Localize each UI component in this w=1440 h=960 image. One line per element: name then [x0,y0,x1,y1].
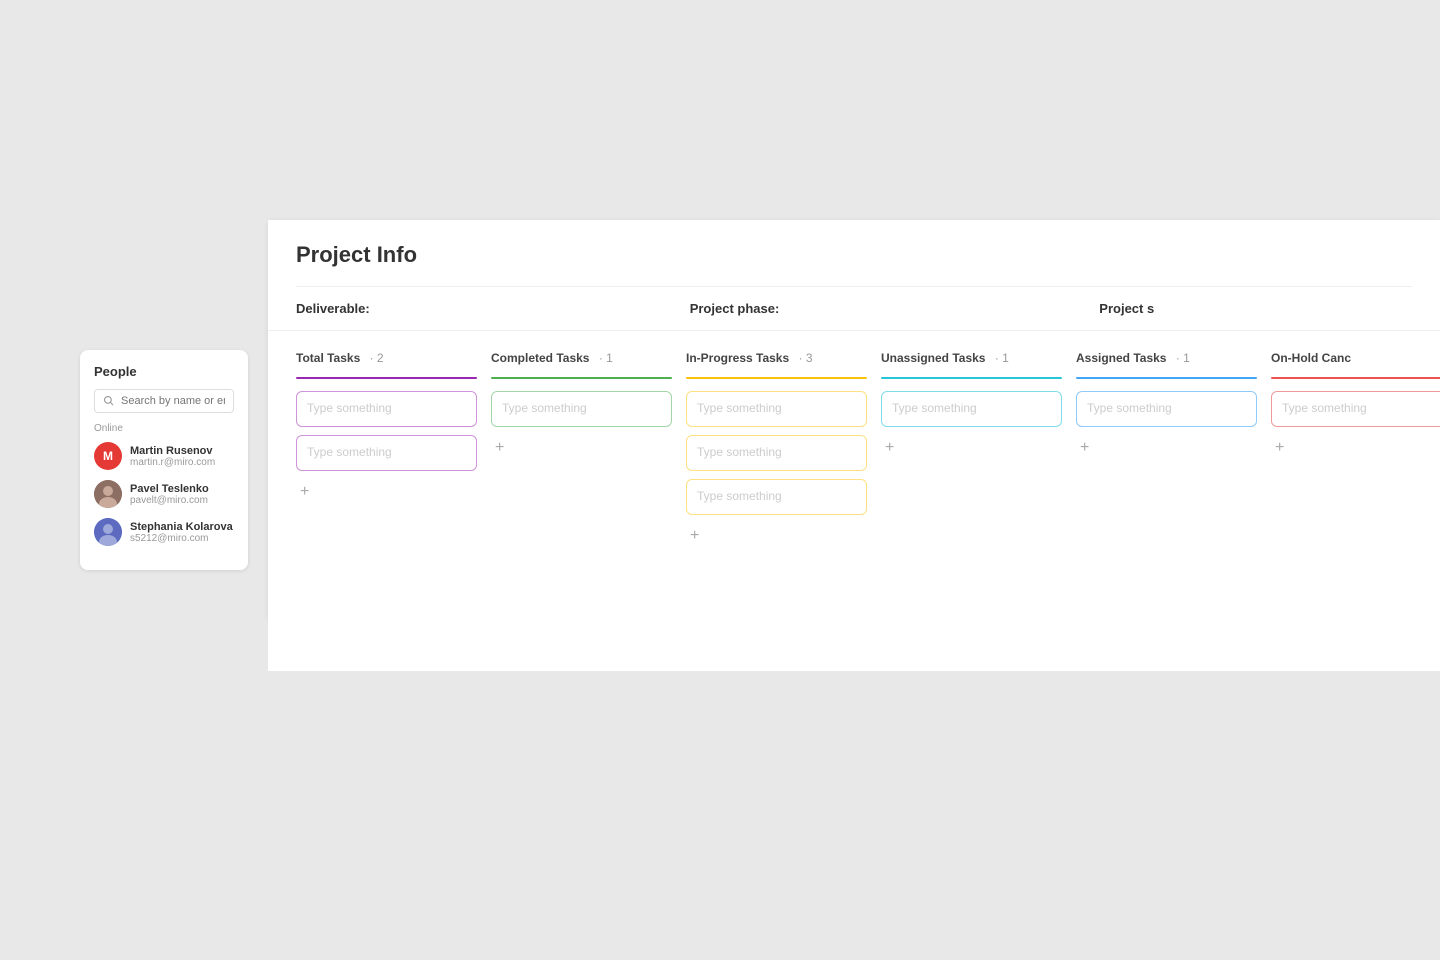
column-divider [686,377,867,379]
task-card[interactable]: Type something [686,391,867,427]
add-task-button[interactable]: + [686,523,703,549]
avatar-photo [94,518,122,546]
column-completed: Completed Tasks · 1 Type something + [491,351,686,651]
search-email-input[interactable] [121,395,225,407]
person-email: s5212@miro.com [130,533,233,544]
task-card[interactable]: Type something [1076,391,1257,427]
person-email: pavelt@miro.com [130,495,209,506]
kanban-board: Total Tasks · 2 Type something Type some… [268,331,1440,671]
person-item: Stephania Kolarova s5212@miro.com [94,518,234,546]
column-count: · 1 [595,351,612,365]
column-assigned: Assigned Tasks · 1 Type something + [1076,351,1271,651]
avatar [94,480,122,508]
avatar [94,518,122,546]
person-name: Pavel Teslenko [130,483,209,495]
main-container: Project Info Deliverable: Project phase:… [268,220,1440,620]
task-placeholder: Type something [697,445,782,459]
column-divider [1271,377,1440,379]
task-placeholder: Type something [307,401,392,415]
task-card[interactable]: Type something [686,479,867,515]
task-card[interactable]: Type something [296,435,477,471]
fields-row: Deliverable: Project phase: Project s [268,287,1440,331]
search-icon [103,395,115,407]
column-divider [1076,377,1257,379]
person-item: M Martin Rusenov martin.r@miro.com [94,442,234,470]
column-inprogress: In-Progress Tasks · 3 Type something Typ… [686,351,881,651]
column-header: Completed Tasks · 1 [491,351,672,365]
task-placeholder: Type something [502,401,587,415]
people-panel-title: People [94,364,234,379]
task-card[interactable]: Type something [1271,391,1440,427]
add-task-button[interactable]: + [491,435,508,461]
task-card[interactable]: Type something [881,391,1062,427]
column-title: Unassigned Tasks [881,351,985,365]
task-card[interactable]: Type something [686,435,867,471]
column-title: Total Tasks [296,351,360,365]
column-title: Assigned Tasks [1076,351,1166,365]
task-placeholder: Type something [307,445,392,459]
column-onhold: On-Hold Canc Type something + [1271,351,1440,651]
column-divider [296,377,477,379]
person-email: martin.r@miro.com [130,457,215,468]
person-info: Stephania Kolarova s5212@miro.com [130,521,233,544]
task-placeholder: Type something [892,401,977,415]
column-header: In-Progress Tasks · 3 [686,351,867,365]
person-item: Pavel Teslenko pavelt@miro.com [94,480,234,508]
column-count: · 3 [795,351,812,365]
project-label: Project s [1099,301,1154,316]
column-title: On-Hold Canc [1271,351,1351,365]
column-header: Assigned Tasks · 1 [1076,351,1257,365]
people-panel: People Online M Martin Rusenov martin.r@… [80,350,248,570]
page-title: Project Info [296,242,1412,287]
avatar-photo [94,480,122,508]
online-label: Online [94,423,234,434]
column-divider [881,377,1062,379]
person-info: Martin Rusenov martin.r@miro.com [130,445,215,468]
column-total: Total Tasks · 2 Type something Type some… [296,351,491,651]
column-header: On-Hold Canc [1271,351,1440,365]
add-task-button[interactable]: + [1271,435,1288,461]
person-name: Stephania Kolarova [130,521,233,533]
column-header: Total Tasks · 2 [296,351,477,365]
task-placeholder: Type something [697,401,782,415]
deliverable-label: Deliverable: [296,301,370,316]
phase-label: Project phase: [690,301,780,316]
add-task-button[interactable]: + [881,435,898,461]
add-task-button[interactable]: + [296,479,313,505]
column-count: · 2 [366,351,383,365]
task-card[interactable]: Type something [296,391,477,427]
search-email-box[interactable] [94,389,234,413]
task-placeholder: Type something [1282,401,1367,415]
page-header: Project Info [268,220,1440,287]
person-name: Martin Rusenov [130,445,215,457]
task-card[interactable]: Type something [491,391,672,427]
column-header: Unassigned Tasks · 1 [881,351,1062,365]
column-divider [491,377,672,379]
column-unassigned: Unassigned Tasks · 1 Type something + [881,351,1076,651]
add-task-button[interactable]: + [1076,435,1093,461]
column-count: · 1 [991,351,1008,365]
avatar: M [94,442,122,470]
column-title: Completed Tasks [491,351,589,365]
column-title: In-Progress Tasks [686,351,789,365]
column-count: · 1 [1172,351,1189,365]
person-info: Pavel Teslenko pavelt@miro.com [130,483,209,506]
task-placeholder: Type something [697,489,782,503]
task-placeholder: Type something [1087,401,1172,415]
